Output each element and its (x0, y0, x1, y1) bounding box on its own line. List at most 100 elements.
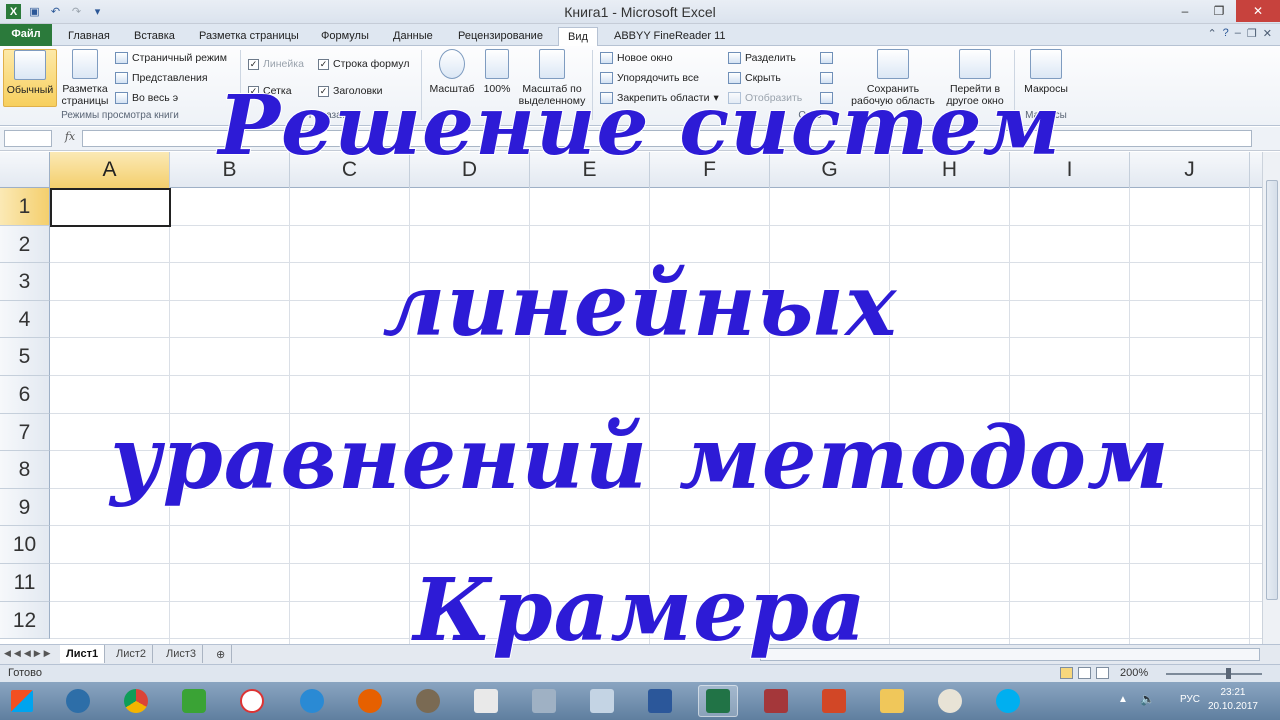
zoom-selection-button[interactable]: Масштаб по выделенному (516, 49, 588, 107)
zoom-button[interactable]: Масштаб (427, 49, 477, 95)
column-header-e[interactable]: E (530, 152, 650, 188)
switch-window-button[interactable]: Перейти в другое окно (940, 49, 1010, 107)
taskbar-firefox[interactable] (350, 685, 390, 717)
minimize-button[interactable]: – (1168, 0, 1202, 22)
close-button[interactable]: ✕ (1236, 0, 1280, 22)
taskbar-excel[interactable] (698, 685, 738, 717)
name-box[interactable] (4, 130, 52, 147)
start-button[interactable] (2, 685, 42, 717)
taskbar-app-device[interactable] (524, 685, 564, 717)
taskbar-app-chart[interactable] (466, 685, 506, 717)
insert-sheet-icon[interactable]: ⊕ (210, 645, 233, 663)
row-header-5[interactable]: 5 (0, 338, 50, 376)
headings-checkbox[interactable]: ✓ Заголовки (318, 83, 383, 99)
insert-function-button[interactable]: fx (60, 130, 80, 147)
split-button[interactable]: Разделить (728, 50, 796, 66)
taskbar-calculator[interactable] (582, 685, 622, 717)
taskbar-ie[interactable] (292, 685, 332, 717)
zoom-level[interactable]: 200% (1120, 667, 1148, 679)
column-header-f[interactable]: F (650, 152, 770, 188)
taskbar-gimp[interactable] (408, 685, 448, 717)
ruler-checkbox[interactable]: ✓ Линейка (248, 56, 304, 72)
tab-data[interactable]: Данные (387, 27, 439, 46)
tab-page-layout[interactable]: Разметка страницы (193, 27, 305, 46)
maximize-button[interactable]: ❐ (1202, 0, 1236, 22)
taskbar-word[interactable] (640, 685, 680, 717)
row-header-12[interactable]: 12 (0, 601, 50, 640)
tray-arrow-icon[interactable]: ▲ (1118, 694, 1128, 705)
sheet-nav-arrows-icon[interactable]: ◀◀◀▶▶ (4, 648, 54, 659)
close-workbook-icon[interactable]: ✕ (1263, 27, 1272, 40)
taskbar-powerpoint[interactable] (814, 685, 854, 717)
help-icon[interactable]: ? (1223, 27, 1229, 40)
column-header-h[interactable]: H (890, 152, 1010, 188)
reset-position-button[interactable] (820, 90, 833, 106)
save-workspace-button[interactable]: Сохранить рабочую область (846, 49, 940, 107)
column-header-i[interactable]: I (1010, 152, 1130, 188)
tab-abbyy[interactable]: ABBYY FineReader 11 (608, 27, 732, 46)
row-header-2[interactable]: 2 (0, 225, 50, 264)
select-all-corner[interactable] (0, 152, 50, 188)
page-break-button[interactable]: Страничный режим (115, 50, 227, 66)
unhide-button[interactable]: Отобразить (728, 90, 802, 106)
tab-review[interactable]: Рецензирование (452, 27, 549, 46)
active-cell[interactable] (50, 188, 171, 227)
formula-bar-checkbox[interactable]: ✓ Строка формул (318, 56, 409, 72)
page-layout-button[interactable]: Разметка страницы (60, 49, 110, 107)
tab-insert[interactable]: Вставка (128, 27, 181, 46)
hide-button[interactable]: Скрыть (728, 70, 781, 86)
volume-icon[interactable]: 🔈 (1140, 692, 1155, 706)
vertical-scroll-thumb[interactable] (1266, 180, 1278, 600)
taskbar-ie-old[interactable] (58, 685, 98, 717)
page-layout-status-icon[interactable] (1078, 667, 1091, 679)
row-header-8[interactable]: 8 (0, 451, 50, 489)
taskbar-app-green[interactable] (174, 685, 214, 717)
language-indicator[interactable]: РУС (1180, 694, 1200, 705)
zoom-slider[interactable] (1166, 673, 1262, 675)
row-header-1[interactable]: 1 (0, 188, 50, 226)
row-header-10[interactable]: 10 (0, 526, 50, 564)
horizontal-scrollbar[interactable] (760, 648, 1260, 661)
normal-view-button[interactable]: Обычный (3, 49, 57, 107)
column-header-b[interactable]: B (170, 152, 290, 188)
arrange-all-button[interactable]: Упорядочить все (600, 70, 699, 86)
normal-view-status-icon[interactable] (1060, 667, 1073, 679)
formula-input[interactable] (82, 130, 1252, 147)
macros-button[interactable]: Макросы (1020, 49, 1072, 95)
column-header-a[interactable]: A (50, 152, 170, 188)
sheet-tab-2[interactable]: Лист2 (110, 645, 154, 663)
restore-workbook-icon[interactable]: – (1235, 27, 1241, 40)
column-header-c[interactable]: C (290, 152, 410, 188)
row-header-7[interactable]: 7 (0, 413, 50, 452)
tab-file[interactable]: Файл (0, 24, 52, 46)
worksheet-grid[interactable]: A B C D E F G H I J 1 2 3 4 5 6 7 8 9 10 11 12 (0, 152, 1262, 644)
taskbar-skype[interactable] (988, 685, 1028, 717)
minimize-ribbon-icon[interactable]: ⌃ (1207, 27, 1216, 40)
sheet-tab-1[interactable]: Лист1 (60, 645, 106, 663)
sheet-tab-3[interactable]: Лист3 (160, 645, 204, 663)
zoom-100-button[interactable]: 100% (481, 49, 513, 95)
tab-formulas[interactable]: Формулы (315, 27, 375, 46)
custom-views-button[interactable]: Представления (115, 70, 208, 86)
row-header-6[interactable]: 6 (0, 376, 50, 414)
restore-window-icon[interactable]: ❐ (1247, 27, 1257, 40)
clock[interactable]: 23:21 20.10.2017 (1208, 686, 1258, 714)
taskbar-yandex[interactable] (232, 685, 272, 717)
taskbar-chrome[interactable] (116, 685, 156, 717)
row-header-3[interactable]: 3 (0, 263, 50, 301)
zoom-slider-thumb[interactable] (1226, 668, 1231, 679)
vertical-scrollbar[interactable] (1262, 152, 1280, 644)
row-header-4[interactable]: 4 (0, 300, 50, 339)
row-header-11[interactable]: 11 (0, 564, 50, 602)
taskbar-paint[interactable] (930, 685, 970, 717)
page-break-status-icon[interactable] (1096, 667, 1109, 679)
taskbar-explorer[interactable] (872, 685, 912, 717)
side-by-side-button[interactable] (820, 50, 833, 66)
sync-scroll-button[interactable] (820, 70, 833, 86)
gridlines-checkbox[interactable]: ✓ Сетка (248, 83, 292, 99)
column-header-j[interactable]: J (1130, 152, 1250, 188)
column-header-d[interactable]: D (410, 152, 530, 188)
fullscreen-button[interactable]: Во весь э (115, 90, 178, 106)
new-window-button[interactable]: Новое окно (600, 50, 673, 66)
column-header-g[interactable]: G (770, 152, 890, 188)
